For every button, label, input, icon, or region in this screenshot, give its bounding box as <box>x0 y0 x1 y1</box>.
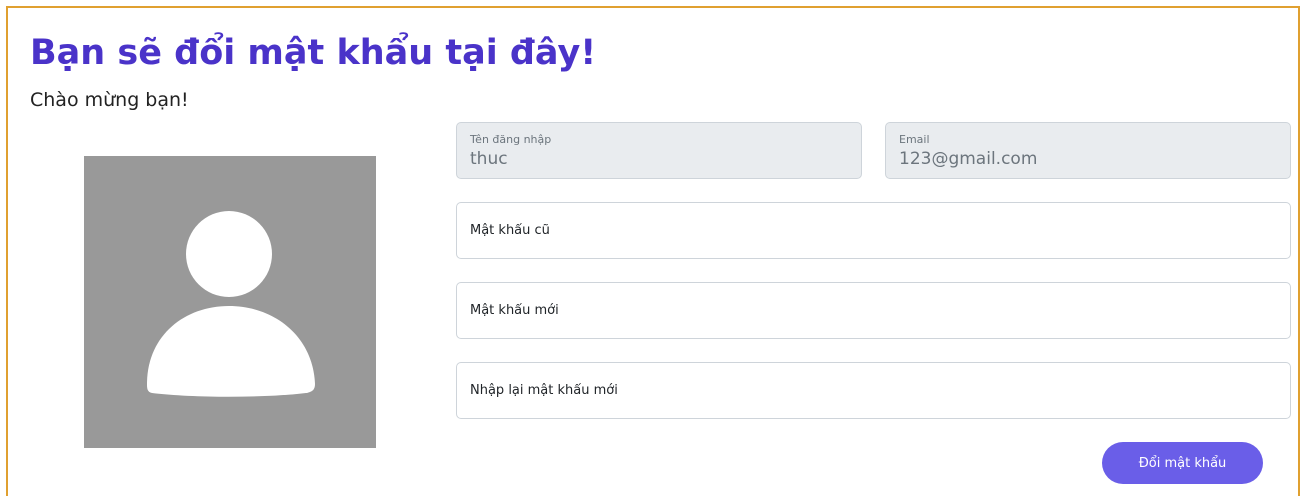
greeting-text: Chào mừng bạn! <box>30 89 189 111</box>
avatar <box>84 156 376 448</box>
username-label: Tên đăng nhập <box>470 133 552 146</box>
confirm-password-field[interactable] <box>456 362 1291 419</box>
email-field: Email 123@gmail.com <box>885 122 1291 179</box>
user-placeholder-icon <box>147 211 315 397</box>
username-value: thuc <box>470 149 508 169</box>
avatar-body <box>147 306 315 397</box>
page-title: Bạn sẽ đổi mật khẩu tại đây! <box>30 33 597 73</box>
new-password-field[interactable] <box>456 282 1291 339</box>
old-password-field[interactable] <box>456 202 1291 259</box>
change-password-button[interactable]: Đổi mật khẩu <box>1102 442 1263 484</box>
email-label: Email <box>899 133 930 146</box>
old-password-input[interactable] <box>457 203 1290 258</box>
avatar-head <box>186 211 272 297</box>
confirm-password-input[interactable] <box>457 363 1290 418</box>
email-value: 123@gmail.com <box>899 149 1038 169</box>
new-password-input[interactable] <box>457 283 1290 338</box>
username-field: Tên đăng nhập thuc <box>456 122 862 179</box>
